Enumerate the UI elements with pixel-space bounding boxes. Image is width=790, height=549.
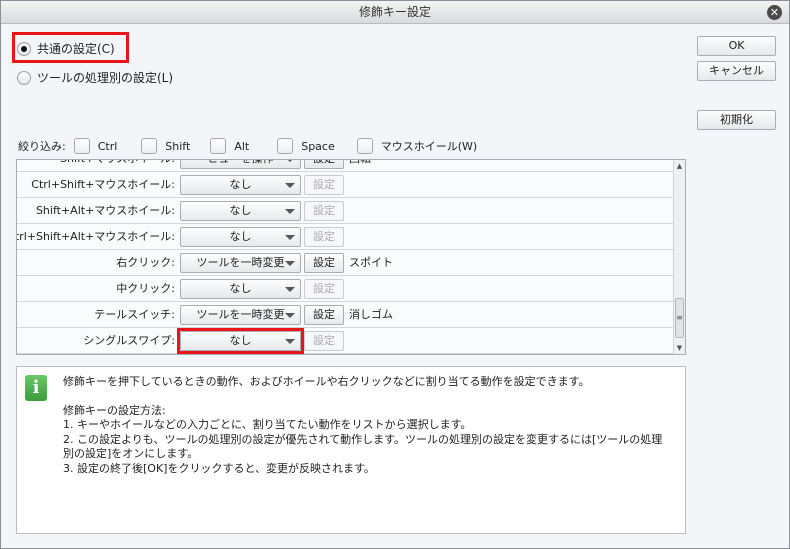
table-row: Ctrl+Shift+マウスホイール: なし 設定	[17, 172, 673, 198]
table-row: Shift+Alt+マウスホイール: なし 設定	[17, 198, 673, 224]
radio-label: ツールの処理別の設定(L)	[37, 71, 174, 85]
ok-button[interactable]: OK	[697, 36, 776, 56]
radio-label: 共通の設定(C)	[37, 42, 115, 56]
set-button: 設定	[304, 279, 344, 299]
row-label: シングルスワイプ:	[83, 334, 175, 347]
chevron-down-icon	[285, 261, 295, 266]
radio-button-checked[interactable]	[17, 41, 31, 56]
scroll-up-icon[interactable]: ▲	[674, 160, 685, 172]
assigned-detail: スポイト	[349, 256, 393, 269]
info-step: 2. この設定よりも、ツールの処理別の設定が優先されて動作します。ツールの処理別…	[63, 432, 663, 461]
set-button: 設定	[304, 227, 344, 247]
filter-label: 絞り込み:	[18, 140, 66, 153]
highlight-single-swipe-dropdown	[177, 328, 304, 354]
chevron-down-icon	[285, 313, 295, 318]
dropdown-value: ツールを一時変更	[196, 308, 285, 321]
action-dropdown[interactable]: ビューを操作	[180, 160, 301, 169]
info-step: 3. 設定の終了後[OK]をクリックすると、変更が反映されます。	[63, 461, 375, 475]
filter-option-label: マウスホイール(W)	[380, 140, 478, 153]
filter-option-label: Shift	[165, 139, 191, 153]
set-button[interactable]: 設定	[304, 305, 344, 325]
dialog-title: 修飾キー設定	[358, 5, 431, 19]
radio-per-tool-setting[interactable]: ツールの処理別の設定(L)	[17, 69, 173, 86]
action-dropdown[interactable]: なし	[180, 175, 301, 195]
assigned-detail: 回転	[349, 160, 371, 172]
filter-space-checkbox[interactable]	[277, 138, 294, 154]
set-button[interactable]: 設定	[304, 160, 344, 169]
scrollbar-thumb[interactable]: ≡	[675, 298, 684, 338]
chevron-down-icon	[285, 209, 295, 214]
title-bar: 修飾キー設定 ✕	[1, 1, 789, 24]
info-step: 1. キーやホイールなどの入力ごとに、割り当てたい動作をリストから選択します。	[63, 418, 472, 431]
row-label: Shift+マウスホイール:	[60, 160, 175, 172]
filter-bar: 絞り込み: Ctrl Shift Alt Space マウスホイール(W)	[18, 138, 477, 154]
action-dropdown[interactable]: なし	[180, 279, 301, 299]
radio-common-setting[interactable]: 共通の設定(C)	[17, 40, 115, 57]
action-dropdown[interactable]: ツールを一時変更	[180, 305, 301, 325]
vertical-scrollbar[interactable]: ▲ ≡ ▼	[673, 160, 685, 354]
dropdown-value: なし	[229, 230, 252, 243]
close-icon[interactable]: ✕	[767, 5, 782, 20]
row-label: Ctrl+Shift+マウスホイール:	[31, 178, 175, 191]
info-text: 修飾キーを押下しているときの動作、およびホイールや右クリックなどに割り当てる動作…	[63, 375, 590, 388]
table-row: シングルスワイプ: なし 設定	[17, 328, 673, 354]
chevron-down-icon	[285, 235, 295, 240]
filter-shift-checkbox[interactable]	[141, 138, 158, 154]
modifier-key-settings-dialog: 修飾キー設定 ✕ 共通の設定(C) ツールの処理別の設定(L) OK キャンセル…	[0, 0, 790, 549]
table-row: 右クリック: ツールを一時変更 設定 スポイト	[17, 250, 673, 276]
set-button: 設定	[304, 175, 344, 195]
action-dropdown[interactable]: なし	[180, 201, 301, 221]
modifier-assignment-list: Shift+マウスホイール: ビューを操作 設定 回転Ctrl+Shift+マウ…	[16, 159, 686, 355]
set-button: 設定	[304, 331, 344, 351]
info-panel: i 修飾キーを押下しているときの動作、およびホイールや右クリックなどに割り当てる…	[16, 366, 686, 534]
dropdown-value: なし	[229, 204, 252, 217]
set-button[interactable]: 設定	[304, 253, 344, 273]
chevron-down-icon	[285, 287, 295, 292]
filter-option-label: Ctrl	[97, 139, 118, 153]
filter-mousewheel-checkbox[interactable]	[356, 138, 373, 154]
filter-option-label: Alt	[234, 139, 250, 153]
chevron-down-icon	[285, 160, 295, 162]
set-button: 設定	[304, 201, 344, 221]
row-label: Ctrl+Shift+Alt+マウスホイール:	[16, 230, 175, 243]
radio-button[interactable]	[17, 70, 31, 85]
dropdown-value: ツールを一時変更	[196, 256, 285, 269]
table-row: Ctrl+Shift+Alt+マウスホイール: なし 設定	[17, 224, 673, 250]
reset-button[interactable]: 初期化	[697, 110, 776, 130]
chevron-down-icon	[285, 183, 295, 188]
info-icon: i	[25, 375, 47, 401]
scroll-down-icon[interactable]: ▼	[674, 342, 685, 354]
row-label: 中クリック:	[116, 282, 175, 295]
filter-option-label: Space	[301, 139, 335, 153]
row-label: Shift+Alt+マウスホイール:	[35, 204, 175, 217]
filter-alt-checkbox[interactable]	[210, 138, 227, 154]
cancel-button[interactable]: キャンセル	[697, 61, 776, 81]
action-dropdown[interactable]: ツールを一時変更	[180, 253, 301, 273]
dropdown-value: なし	[229, 282, 252, 295]
table-row: テールスイッチ: ツールを一時変更 設定 消しゴム	[17, 302, 673, 328]
table-row: 中クリック: なし 設定	[17, 276, 673, 302]
row-label: テールスイッチ:	[94, 308, 175, 321]
dropdown-value: ビューを操作	[191, 160, 291, 168]
filter-ctrl-checkbox[interactable]	[73, 138, 90, 154]
row-label: 右クリック:	[116, 256, 175, 269]
table-row: Shift+マウスホイール: ビューを操作 設定 回転	[17, 160, 673, 172]
action-dropdown[interactable]: なし	[180, 227, 301, 247]
assigned-detail: 消しゴム	[349, 308, 393, 321]
info-heading: 修飾キーの設定方法:	[63, 403, 166, 417]
dropdown-value: なし	[229, 178, 252, 191]
